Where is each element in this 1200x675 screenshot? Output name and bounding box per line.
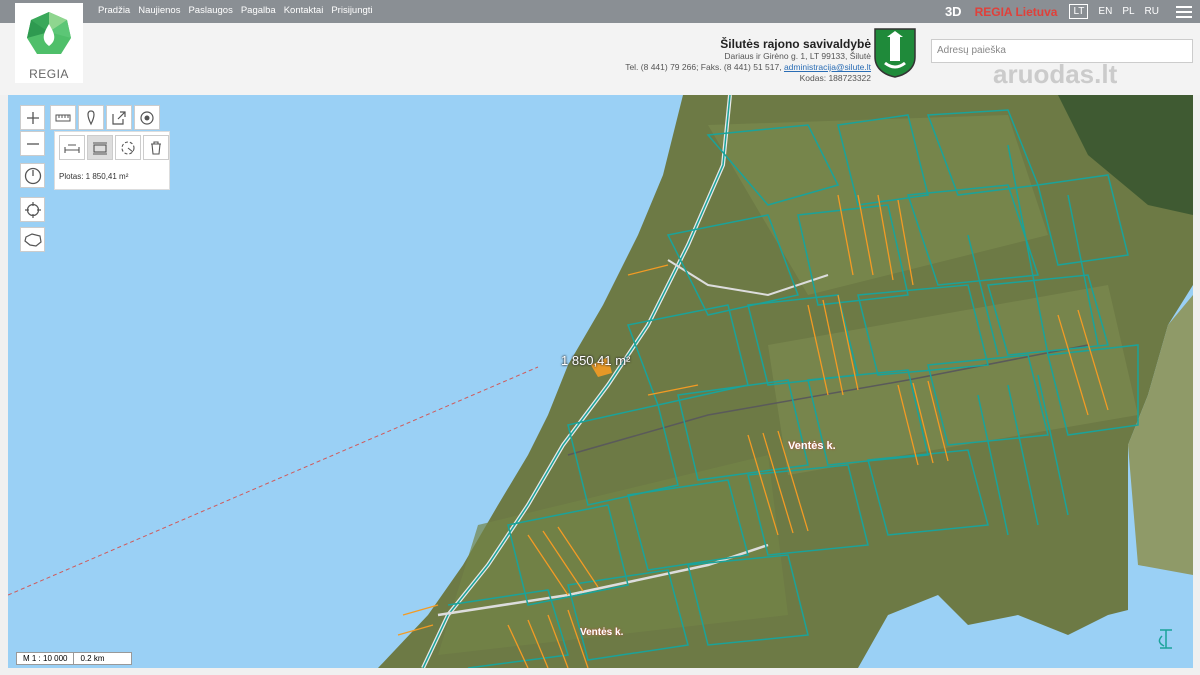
measure-area-button[interactable] <box>87 135 113 160</box>
municipality-contacts: Tel. (8 441) 79 266; Faks. (8 441) 51 51… <box>625 62 871 73</box>
main-menu: Pradžia Naujienos Paslaugos Pagalba Kont… <box>98 5 373 16</box>
marker-button[interactable] <box>78 105 104 130</box>
measure-distance-button[interactable] <box>59 135 85 160</box>
lithuania-map-button[interactable] <box>20 227 45 252</box>
target-button[interactable] <box>134 105 160 130</box>
zoom-in-button[interactable] <box>20 105 45 130</box>
nav-item-naujienos[interactable]: Naujienos <box>138 5 180 16</box>
nav-item-pagalba[interactable]: Pagalba <box>241 5 276 16</box>
map-basemap <box>8 95 1193 668</box>
contacts-phone-fax: Tel. (8 441) 79 266; Faks. (8 441) 51 51… <box>625 62 784 72</box>
top-navigation-bar: Pradžia Naujienos Paslaugos Pagalba Kont… <box>0 0 1200 23</box>
scale-bar: M 1 : 10 000 0.2 km <box>16 652 133 665</box>
menu-icon[interactable] <box>1176 5 1192 18</box>
marker-icon <box>87 109 95 125</box>
app-root: Pradžia Naujienos Paslaugos Pagalba Kont… <box>0 0 1200 675</box>
measured-area-label: 1 850,41 m² <box>561 353 631 368</box>
place-label-ventes-2: Ventės k. <box>580 627 624 638</box>
scale-distance: 0.2 km <box>73 653 131 664</box>
header: REGIA Šilutės rajono savivaldybė Dariaus… <box>0 3 1200 95</box>
share-button[interactable] <box>106 105 132 130</box>
measure-radius-button[interactable] <box>115 135 141 160</box>
email-link[interactable]: administracija@silute.lt <box>784 62 871 72</box>
language-ru[interactable]: RU <box>1145 6 1159 17</box>
3d-button[interactable]: 3D <box>945 4 962 19</box>
locate-button[interactable] <box>20 197 45 222</box>
measure-area-icon <box>93 141 107 155</box>
delete-measurement-button[interactable] <box>143 135 169 160</box>
share-icon <box>112 110 126 125</box>
measure-length-button[interactable] <box>50 105 76 130</box>
nav-item-paslaugos[interactable]: Paslaugos <box>188 5 232 16</box>
municipality-name: Šilutės rajono savivaldybė <box>720 37 871 51</box>
measure-distance-icon <box>64 143 80 153</box>
compass-button[interactable] <box>20 163 45 188</box>
map-view[interactable]: 1 850,41 m² Ventės k. Ventės k. Plotas: … <box>8 95 1193 668</box>
measure-length-icon <box>55 114 71 121</box>
language-lt[interactable]: LT <box>1069 4 1089 19</box>
municipality-address: Dariaus ir Girėno g. 1, LT 99133, Šilutė <box>724 51 871 61</box>
place-label-ventes-1: Ventės k. <box>788 440 836 452</box>
zoom-out-button[interactable] <box>20 131 45 156</box>
municipality-info: Šilutės rajono savivaldybė Dariaus ir Gi… <box>625 37 871 84</box>
logo-text: REGIA <box>29 67 69 81</box>
aruodas-watermark: aruodas.lt <box>993 59 1118 89</box>
measurement-panel: Plotas: 1 850,41 m² <box>54 131 170 190</box>
radius-icon <box>121 140 135 155</box>
lithuania-map-icon <box>23 232 42 247</box>
nav-item-prisijungti[interactable]: Prisijungti <box>331 5 372 16</box>
target-icon <box>140 110 154 125</box>
regia-logo-icon <box>27 12 71 54</box>
municipality-code: Kodas: 188723322 <box>799 73 871 83</box>
trash-icon <box>151 140 161 155</box>
zoom-in-icon <box>26 111 39 124</box>
regia-lietuva-link[interactable]: REGIA Lietuva <box>975 5 1058 19</box>
compass-icon <box>24 167 41 184</box>
nav-item-kontaktai[interactable]: Kontaktai <box>284 5 324 16</box>
coat-of-arms-icon <box>874 28 916 78</box>
scale-ratio: M 1 : 10 000 <box>23 654 68 663</box>
nav-item-pradzia[interactable]: Pradžia <box>98 5 130 16</box>
regia-logo[interactable]: REGIA <box>15 3 83 83</box>
language-pl[interactable]: PL <box>1122 6 1134 17</box>
zoom-out-icon <box>26 142 39 145</box>
locate-icon <box>24 201 41 218</box>
measured-area-text: Plotas: 1 850,41 m² <box>59 172 129 181</box>
top-right-controls: 3D REGIA Lietuva LT EN PL RU <box>945 0 1200 23</box>
language-en[interactable]: EN <box>1098 6 1112 17</box>
